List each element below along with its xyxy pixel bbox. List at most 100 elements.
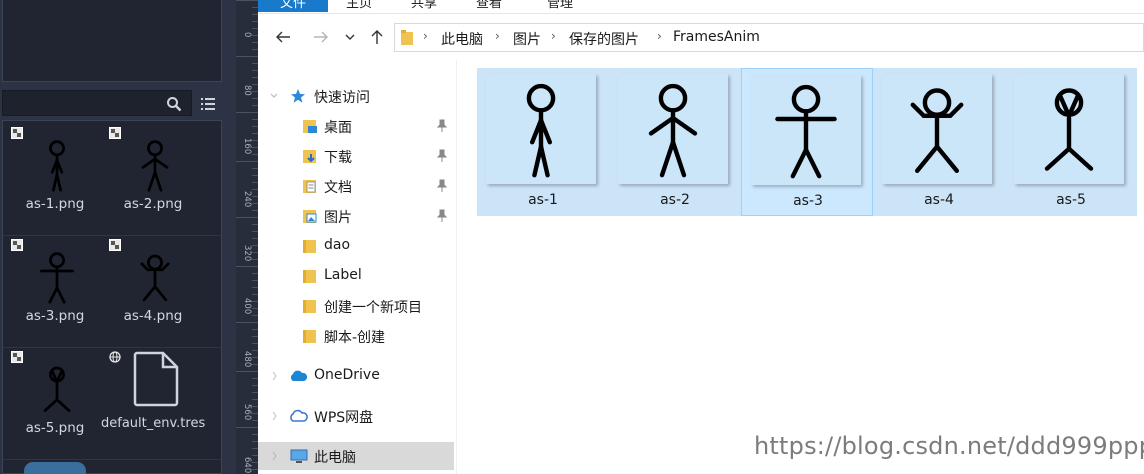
breadcrumb-saved-pictures[interactable]: 保存的图片 — [569, 29, 639, 49]
nav-wps[interactable]: WPS网盘 — [258, 402, 456, 430]
stick-head — [526, 83, 556, 113]
nav-folder-script-create[interactable]: 脚本-创建 — [258, 322, 456, 350]
chevron-down-icon[interactable] — [344, 28, 356, 46]
stick-limb — [803, 147, 822, 179]
pin-icon[interactable] — [436, 179, 448, 193]
image-thumbnail — [618, 74, 728, 184]
stick-limb — [55, 173, 62, 192]
godot-file-item[interactable]: as-5.png — [5, 347, 105, 455]
nav-label: 图片 — [324, 210, 352, 226]
nav-folder-label[interactable]: Label — [258, 262, 456, 290]
forward-arrow-icon[interactable] — [312, 28, 330, 46]
nav-this-pc[interactable]: 此电脑 — [258, 442, 454, 470]
file-name: as-4.png — [123, 308, 183, 324]
stick-head — [147, 140, 163, 157]
breadcrumb-separator: › — [495, 29, 500, 43]
breadcrumb-this-pc[interactable]: 此电脑 — [441, 29, 483, 49]
nav-quick-access[interactable]: 快速访问 — [258, 82, 456, 110]
navigation-pane: 快速访问 桌面 下载 文档 图片 dao Label 创建一个新项目 脚本-创建… — [258, 60, 456, 474]
stick-figure-image — [526, 83, 556, 178]
breadcrumb-framesanim[interactable]: FramesAnim — [673, 29, 760, 45]
stick-head — [922, 88, 952, 117]
file-tile-as-3[interactable]: as-3 — [741, 68, 873, 216]
godot-file-item[interactable]: as-3.png — [5, 235, 105, 343]
cloud-outline-icon — [290, 409, 308, 422]
godot-dock-button[interactable] — [24, 462, 86, 474]
nav-folder-new-project[interactable]: 创建一个新项目 — [258, 292, 456, 320]
documents-folder-icon — [303, 180, 316, 193]
file-tile-as-4[interactable]: as-4 — [873, 68, 1005, 216]
image-file-icon — [11, 351, 23, 363]
breadcrumb-separator: › — [551, 29, 556, 43]
stick-limb — [670, 115, 698, 136]
file-tile-as-1[interactable]: as-1 — [477, 68, 609, 216]
stick-limb — [48, 286, 59, 304]
tab-manage[interactable]: 管理 — [547, 0, 573, 12]
file-tile-as-5[interactable]: as-5 — [1005, 68, 1137, 216]
address-row: › 此电脑 › 图片 › 保存的图片 › FramesAnim — [258, 22, 1144, 54]
pin-icon[interactable] — [436, 119, 448, 133]
nav-folder-dao[interactable]: dao — [258, 232, 456, 260]
pin-icon[interactable] — [436, 149, 448, 163]
godot-filesystem-dock: as-1.png as-2.png as-3.png as-4.png as-5… — [0, 0, 236, 474]
ruler-tick — [236, 427, 258, 428]
image-file-icon — [109, 127, 121, 139]
tab-home[interactable]: 主页 — [346, 0, 372, 12]
ruler-tick — [236, 161, 258, 162]
file-explorer-window: 文件 主页 共享 查看 管理 › 此电脑 › 图片 › 保存的图片 › Fram… — [258, 0, 1144, 474]
godot-file-item[interactable]: as-4.png — [103, 235, 203, 343]
file-name: as-1.png — [25, 196, 85, 212]
stick-limb — [55, 286, 66, 304]
ruler-tick — [236, 371, 258, 372]
pin-icon[interactable] — [436, 209, 448, 223]
nav-desktop[interactable]: 桌面 — [258, 112, 456, 140]
chevron-right-icon — [272, 451, 277, 461]
breadcrumb-separator: › — [423, 29, 428, 43]
nav-label: Label — [324, 267, 362, 283]
cloud-icon — [290, 370, 308, 381]
tab-share[interactable]: 共享 — [411, 0, 437, 12]
godot-folder-tree[interactable] — [2, 0, 222, 82]
stick-head — [658, 83, 688, 113]
tab-view[interactable]: 查看 — [476, 0, 502, 12]
downloads-folder-icon — [303, 150, 316, 163]
nav-onedrive[interactable]: OneDrive — [258, 362, 456, 390]
ruler-mark: 640 — [242, 457, 252, 474]
nav-pictures[interactable]: 图片 — [258, 202, 456, 230]
image-thumbnail — [1014, 74, 1124, 184]
search-icon[interactable] — [166, 96, 182, 112]
file-name: as-3.png — [25, 308, 85, 324]
file-tile-as-2[interactable]: as-2 — [609, 68, 741, 216]
file-label: as-2 — [660, 192, 690, 208]
nav-documents[interactable]: 文档 — [258, 172, 456, 200]
desktop-folder-icon — [303, 120, 317, 133]
tab-file[interactable]: 文件 — [258, 0, 328, 12]
stick-figure-thumbnail — [43, 366, 71, 412]
godot-file-item[interactable]: default_env.tres — [101, 347, 205, 455]
ruler-mark: 160 — [242, 138, 252, 155]
list-view-icon[interactable] — [200, 96, 216, 112]
stick-limb — [43, 398, 59, 412]
breadcrumb-pictures[interactable]: 图片 — [513, 29, 541, 49]
chevron-right-icon — [272, 411, 277, 421]
godot-filter-input[interactable] — [2, 90, 192, 116]
up-arrow-icon[interactable] — [368, 28, 386, 46]
nav-label: 脚本-创建 — [324, 330, 386, 346]
image-thumbnail — [486, 74, 596, 184]
vertical-ruler: 0 80 160 240 320 400 480 560 640 — [236, 0, 258, 474]
godot-file-item[interactable]: as-1.png — [5, 123, 105, 231]
ruler-mark: 0 — [242, 32, 252, 38]
image-thumbnail — [882, 74, 992, 184]
stick-head — [49, 140, 65, 157]
chevron-down-icon — [270, 93, 278, 98]
ruler-mark: 560 — [242, 404, 252, 421]
back-arrow-icon[interactable] — [274, 28, 292, 46]
address-bar[interactable]: › 此电脑 › 图片 › 保存的图片 › FramesAnim — [394, 23, 1144, 52]
stick-limb — [915, 144, 940, 173]
nav-label: WPS网盘 — [314, 410, 374, 426]
file-name: as-5.png — [25, 420, 85, 436]
stick-head — [49, 252, 65, 269]
godot-file-item[interactable]: as-2.png — [103, 123, 203, 231]
file-label: as-5 — [1056, 192, 1086, 208]
nav-downloads[interactable]: 下载 — [258, 142, 456, 170]
